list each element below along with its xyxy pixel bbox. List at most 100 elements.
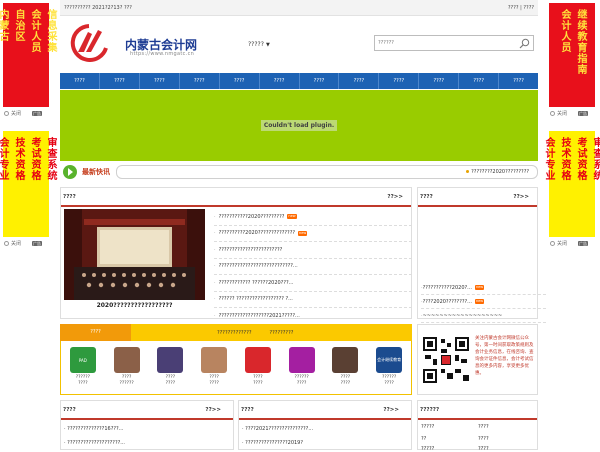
- more-link[interactable]: ??>>: [205, 407, 231, 413]
- list-item[interactable]: ?????: [421, 424, 434, 430]
- nav-item[interactable]: ????: [100, 73, 140, 89]
- service-item[interactable]: ???? ??????: [105, 341, 149, 394]
- list-item[interactable]: ????: [478, 436, 489, 442]
- list-item[interactable]: · ????????????????2019?: [242, 440, 303, 446]
- ad-text: 考试资格: [29, 137, 40, 181]
- ad-close-button[interactable]: 关闭: [550, 240, 567, 247]
- notice-item[interactable]: · ~~~~~~~~~~~~~~~~~~~: [421, 309, 546, 323]
- more-link[interactable]: ??>>: [387, 194, 409, 200]
- news-item-title[interactable]: ???????????2020?????????: [219, 214, 285, 220]
- ad-text: 继续教育指南: [575, 9, 586, 75]
- nav-item[interactable]: ????: [300, 73, 340, 89]
- notice-item-title[interactable]: ????2020????????...: [423, 299, 472, 305]
- header-dropdown[interactable]: ????? ▼: [248, 41, 270, 48]
- nav-item[interactable]: ????: [260, 73, 300, 89]
- ad-text: 技术资格: [13, 137, 24, 181]
- news-item-title[interactable]: ??????????2020??????????????: [219, 230, 295, 236]
- new-badge-icon: new: [287, 214, 297, 220]
- news-item[interactable]: · ??????????2020?????????????? new: [214, 226, 412, 242]
- news-item[interactable]: · ???????????2020????????? new: [214, 209, 412, 226]
- nav-item[interactable]: ????: [140, 73, 180, 89]
- more-link[interactable]: ??>>: [513, 194, 535, 200]
- tab-other[interactable]: ?????????????: [217, 330, 252, 336]
- service-item[interactable]: ???? ????: [192, 341, 236, 394]
- list-item[interactable]: ????: [478, 446, 489, 452]
- news-item-title[interactable]: ???????????????????2021?????...: [219, 313, 300, 319]
- ad-close-button[interactable]: 关闭: [550, 110, 567, 117]
- wechat-qr-box: 关注内蒙古会计网微信公众号，第一时间获取政策规则及会计业务信息，在线咨询、查询会…: [417, 324, 538, 395]
- nav-item[interactable]: ????: [459, 73, 500, 89]
- ad-close-button[interactable]: 关闭: [4, 110, 21, 117]
- service-item[interactable]: ?????? ????: [280, 341, 324, 394]
- news-item[interactable]: · ???????????????????2021?????...: [214, 308, 412, 325]
- tab-services[interactable]: ????: [60, 324, 131, 341]
- nav-item[interactable]: ????: [180, 73, 220, 89]
- news-item[interactable]: ·????????????????????????????...: [214, 259, 412, 275]
- notice-item[interactable]: · ???????????2020?... new: [421, 281, 546, 295]
- notice-list: · ???????????2020?... new · ????2020??????…: [421, 281, 546, 323]
- topbar-date: ?????????? 2021?2?13? ???: [64, 4, 132, 11]
- bullet-icon: [466, 170, 470, 173]
- news-item-title[interactable]: ???????????? ??????2020???...: [219, 280, 294, 286]
- news-item[interactable]: ·???????????? ??????2020???...: [214, 275, 412, 292]
- list-item[interactable]: · ??????????????16???...: [64, 426, 123, 432]
- qr-description: 关注内蒙古会计网微信公众号，第一时间获取政策规则及会计业务信息，在线咨询、查询会…: [475, 336, 534, 376]
- service-label: ???? ??????: [119, 375, 134, 386]
- topbar-links[interactable]: ???? | ????: [508, 5, 534, 11]
- list-item[interactable]: · ????2021???????????????...: [242, 426, 313, 432]
- notice-item[interactable]: · ????2020????????... new: [421, 295, 546, 309]
- bullet-icon: ·: [214, 279, 216, 286]
- nav-item[interactable]: ????: [339, 73, 380, 89]
- panel-header: ???? ??>>: [239, 401, 411, 420]
- service-item[interactable]: ???? ????: [236, 341, 280, 394]
- service-item[interactable]: PAD ?????? ????: [61, 341, 105, 394]
- service-label: ???? ????: [253, 375, 263, 386]
- nav-item[interactable]: ????: [419, 73, 460, 89]
- nav-item[interactable]: ????: [499, 73, 538, 89]
- close-icon: [550, 111, 555, 116]
- more-link[interactable]: ??>>: [383, 407, 409, 413]
- photo-caption[interactable]: 2020?????????????????: [64, 302, 205, 309]
- site-logo[interactable]: [66, 22, 112, 62]
- news-photo[interactable]: [64, 209, 205, 300]
- right-ad-continuing-education[interactable]: 会计人员 继续教育指南: [549, 3, 595, 107]
- main-nav: ????????????????????????????????????????…: [60, 73, 538, 89]
- service-icon: [157, 347, 184, 373]
- nav-item[interactable]: ????: [379, 73, 420, 89]
- search-input[interactable]: ??????: [378, 40, 394, 46]
- list-item[interactable]: · ????????????????????...: [64, 440, 125, 446]
- panel-header: ??????: [418, 401, 537, 420]
- service-item[interactable]: ???? ????: [149, 341, 193, 394]
- ad-close-button[interactable]: 关闭: [4, 240, 21, 247]
- news-list: · ???????????2020????????? new · ??????????2…: [214, 209, 412, 325]
- service-grid: PAD?????? ???????? ?????????? ???????? ?…: [60, 341, 412, 395]
- search-icon[interactable]: [519, 38, 530, 49]
- news-item[interactable]: ·????????????????????????: [214, 242, 412, 259]
- news-item-title[interactable]: ????????????????????????????...: [219, 263, 298, 269]
- notice-item-title[interactable]: ~~~~~~~~~~~~~~~~~~~: [423, 313, 503, 319]
- service-tabs: ???? ????????????? ?????????: [60, 324, 412, 341]
- ticker-text[interactable]: ????????2020?????????: [471, 169, 529, 175]
- service-item[interactable]: 会计继续教育 ?????? ????: [367, 341, 411, 394]
- right-ad-exam-review[interactable]: 会计专业 技术资格 考试资格 审查系统: [543, 131, 600, 237]
- news-item[interactable]: ·?????? ?????????????????? ?...: [214, 292, 412, 308]
- plugin-error-message: Couldn't load plugin.: [260, 120, 338, 131]
- panel-header: ???? ??>>: [61, 401, 233, 420]
- nav-item[interactable]: ????: [220, 73, 260, 89]
- search-bar[interactable]: ??????: [374, 35, 534, 51]
- list-item[interactable]: ?????: [421, 446, 434, 452]
- tab-other[interactable]: ?????????: [270, 330, 294, 336]
- list-item[interactable]: ????: [478, 424, 489, 430]
- news-item-title[interactable]: ????????????????????????: [219, 247, 283, 253]
- panel-title: ????: [420, 193, 433, 200]
- left-ad-info-collection[interactable]: 内蒙古 自治区 会计人员 信息采集: [0, 3, 56, 107]
- left-ad-exam-review[interactable]: 会计专业 技术资格 考试资格 审查系统: [0, 131, 56, 237]
- news-item-title[interactable]: ?????? ?????????????????? ?...: [219, 296, 293, 302]
- ticker-track[interactable]: ????????2020?????????: [116, 164, 538, 179]
- list-item[interactable]: ??: [421, 436, 426, 442]
- service-icon: [113, 347, 140, 373]
- nav-item[interactable]: ????: [60, 73, 100, 89]
- service-icon: 会计继续教育: [376, 347, 403, 373]
- service-item[interactable]: ???? ????: [324, 341, 368, 394]
- notice-item-title[interactable]: ???????????2020?...: [423, 285, 472, 291]
